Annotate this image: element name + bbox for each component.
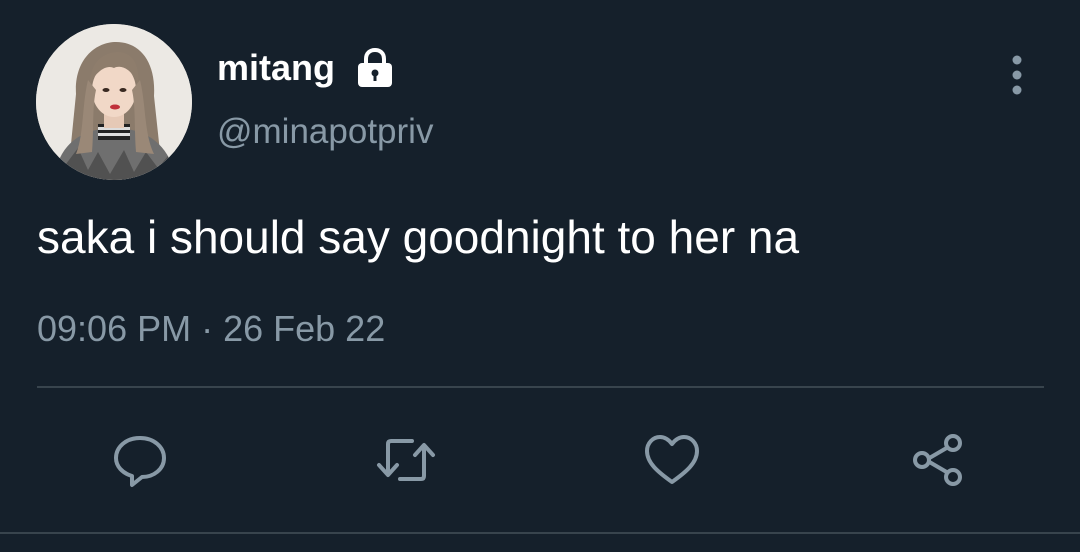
tweet-date[interactable]: 26 Feb 22	[223, 308, 385, 349]
tweet-timestamp: 09:06 PM · 26 Feb 22	[37, 306, 385, 352]
avatar[interactable]	[36, 24, 192, 180]
reply-button[interactable]	[108, 428, 172, 492]
reply-icon	[114, 436, 166, 487]
retweet-button[interactable]	[374, 428, 438, 492]
like-button[interactable]	[640, 428, 704, 492]
retweet-icon	[377, 439, 435, 481]
display-name[interactable]: mitang	[217, 44, 335, 92]
timestamp-separator: ·	[191, 308, 224, 349]
user-handle[interactable]: @minapotpriv	[217, 108, 433, 156]
bottom-divider	[0, 532, 1080, 534]
heart-icon	[645, 435, 699, 484]
share-icon	[913, 434, 962, 486]
avatar-image	[36, 24, 192, 180]
display-name-row: mitang	[217, 44, 397, 92]
tweet-detail: mitang @minapotpriv saka i should say go…	[0, 0, 1080, 552]
tweet-text: saka i should say goodnight to her na	[37, 211, 800, 263]
lock-icon	[353, 46, 397, 90]
share-button[interactable]	[906, 428, 970, 492]
tweet-time[interactable]: 09:06 PM	[37, 308, 191, 349]
divider	[37, 386, 1044, 388]
more-vertical-icon[interactable]	[1000, 52, 1034, 98]
